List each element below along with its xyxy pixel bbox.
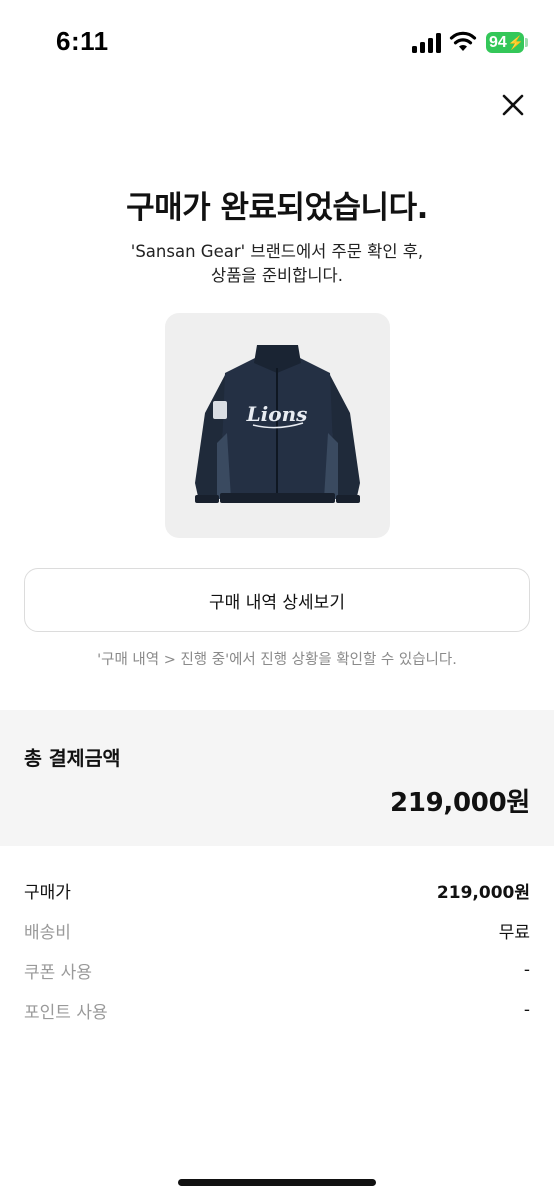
subtitle: 'Sansan Gear' 브랜드에서 주문 확인 후, 상품을 준비합니다. xyxy=(0,240,554,288)
breakdown-row-points: 포인트 사용 - xyxy=(24,990,530,1030)
coupon-value: - xyxy=(523,960,530,980)
close-icon xyxy=(502,94,524,116)
breakdown-row-shipping: 배송비 무료 xyxy=(24,910,530,950)
battery-icon: 94 ⚡ xyxy=(486,32,524,53)
home-indicator[interactable] xyxy=(178,1179,376,1186)
status-bar: 6:11 94 ⚡ xyxy=(0,0,554,88)
jacket-image-icon: Lions xyxy=(195,345,360,503)
points-value: - xyxy=(523,1000,530,1020)
cellular-signal-icon xyxy=(412,33,442,53)
shipping-fee-label: 배송비 xyxy=(24,922,71,943)
total-payment-amount: 219,000원 xyxy=(390,788,530,818)
battery-cap xyxy=(525,38,528,47)
breakdown-row-purchase-price: 구매가 219,000원 xyxy=(24,870,530,910)
jacket-logo-text: Lions xyxy=(246,402,308,426)
purchase-complete-screen: 6:11 94 ⚡ 구매가 완료되었습니다. 'Sansan Gear' 브랜드… xyxy=(0,0,554,1200)
close-button[interactable] xyxy=(496,88,530,122)
progress-hint-text: '구매 내역 > 진행 중'에서 진행 상황을 확인할 수 있습니다. xyxy=(97,652,457,668)
breakdown-row-coupon: 쿠폰 사용 - xyxy=(24,950,530,990)
wifi-icon xyxy=(449,31,477,51)
battery-level: 94 xyxy=(489,33,507,51)
page-title: 구매가 완료되었습니다. xyxy=(126,190,428,226)
subtitle-line-2: 상품을 준비합니다. xyxy=(211,266,343,285)
purchase-detail-button[interactable]: 구매 내역 상세보기 xyxy=(24,568,530,632)
total-payment-label: 총 결제금액 xyxy=(24,747,121,770)
total-payment-section: 총 결제금액 219,000원 xyxy=(0,710,554,846)
status-time: 6:11 xyxy=(56,26,109,56)
coupon-label: 쿠폰 사용 xyxy=(24,962,92,983)
shipping-fee-value: 무료 xyxy=(498,922,530,943)
purchase-price-value: 219,000원 xyxy=(436,882,530,903)
product-image: Lions xyxy=(165,313,390,538)
charging-bolt-icon: ⚡ xyxy=(507,34,524,50)
purchase-price-label: 구매가 xyxy=(24,882,71,903)
subtitle-line-1: 'Sansan Gear' 브랜드에서 주문 확인 후, xyxy=(130,242,424,261)
points-label: 포인트 사용 xyxy=(24,1002,108,1023)
payment-breakdown: 구매가 219,000원 배송비 무료 쿠폰 사용 - 포인트 사용 - xyxy=(24,870,530,1030)
